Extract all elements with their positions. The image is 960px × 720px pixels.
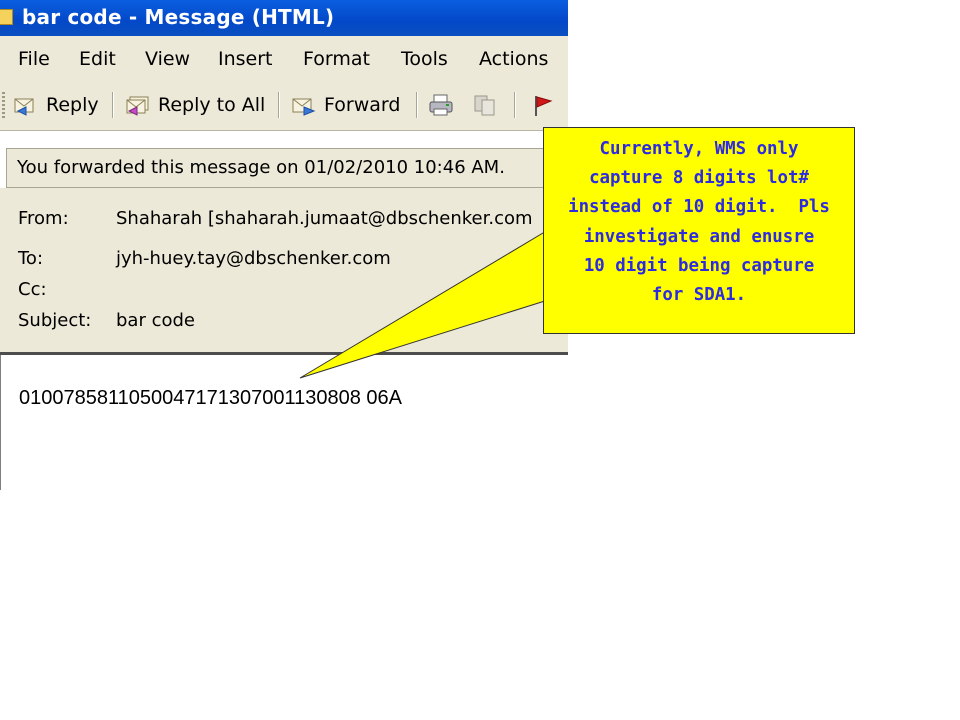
callout-box: Currently, WMS only capture 8 digits lot…: [543, 127, 855, 334]
callout-line: investigate and enusre: [583, 226, 815, 247]
callout-line: capture 8 digits lot#: [589, 168, 809, 189]
callout-line: instead of 10 digit. Pls: [568, 197, 830, 218]
callout-pointer: [299, 229, 549, 379]
callout-line: Currently, WMS only: [599, 139, 799, 159]
callout-line: 10 digit being capture: [583, 255, 815, 276]
callout-line: for SDA1.: [651, 285, 747, 306]
callout-text: Currently, WMS only capture 8 digits lot…: [544, 135, 854, 310]
